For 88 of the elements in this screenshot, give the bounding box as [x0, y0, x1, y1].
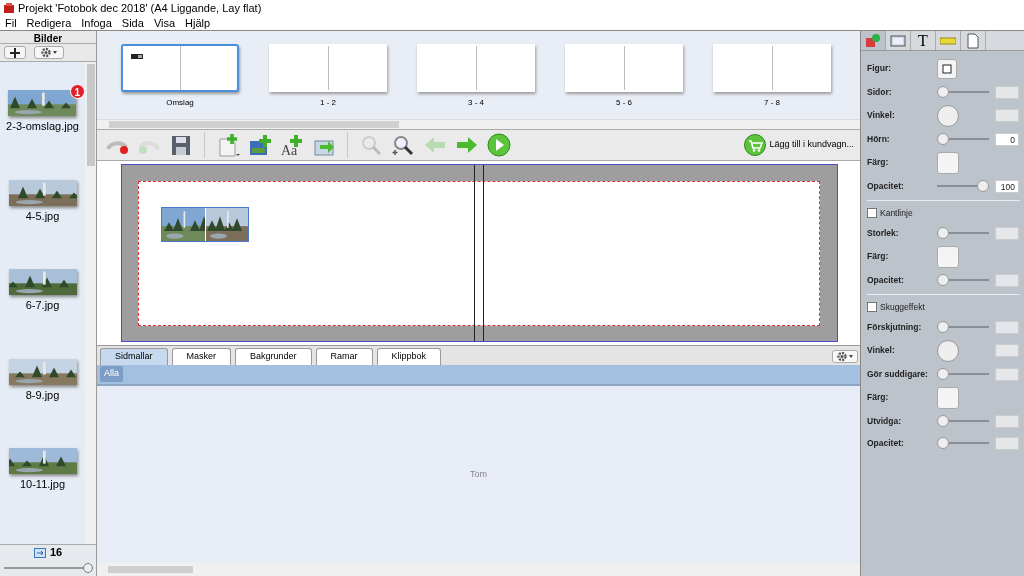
value-field[interactable] — [995, 85, 1019, 99]
checkbox-label: Kantlinje — [880, 206, 913, 220]
image-count: 16 — [49, 545, 63, 561]
checkbox-label: Skuggeffekt — [880, 300, 925, 314]
add-button[interactable] — [4, 46, 26, 59]
value-field[interactable] — [995, 320, 1019, 334]
tab[interactable]: Ramar — [315, 348, 373, 365]
field-label: Färg: — [867, 391, 890, 404]
field-label: Gör suddigare: — [867, 367, 929, 381]
field-label: Opacitet: — [867, 179, 905, 193]
empty-message: Tom — [470, 467, 487, 481]
value-field[interactable] — [995, 344, 1019, 357]
thumbnail-label[interactable]: 6-7.jpg — [25, 297, 60, 314]
thumbnail-label[interactable]: 4-5.jpg — [25, 207, 60, 224]
tab[interactable]: Masker — [171, 348, 232, 365]
checkbox[interactable] — [867, 208, 877, 218]
tab[interactable]: Bakgrunder — [235, 348, 312, 365]
settings-button[interactable] — [34, 46, 64, 59]
gear-icon — [836, 350, 854, 362]
field-label: Vinkel: — [867, 109, 896, 122]
field-label: Opacitet: — [867, 273, 905, 287]
scrollbar[interactable] — [85, 62, 96, 544]
field-label: Hörn: — [867, 132, 891, 146]
plus-icon — [10, 47, 20, 58]
value-field[interactable] — [995, 414, 1019, 428]
menu-item[interactable]: Redigera — [26, 14, 72, 32]
tab[interactable]: T — [911, 31, 936, 50]
menu-item[interactable]: Fil — [5, 14, 17, 32]
menu-item[interactable]: Infoga — [81, 14, 112, 32]
window-title: Projekt 'Fotobok dec 2018' (A4 Liggande, Lay flat) — [18, 0, 262, 16]
panel-title: Bilder — [0, 31, 96, 44]
save-icon[interactable] — [169, 133, 193, 157]
spread-label: 7 - 8 — [764, 97, 780, 109]
field-label: Sidor: — [867, 85, 893, 99]
add-to-cart-button[interactable]: Lägg till i kundvagn... — [744, 134, 854, 156]
shapes-icon — [865, 32, 881, 49]
field-label: Figur: — [867, 62, 893, 75]
angle-dial[interactable] — [937, 339, 959, 362]
play-icon[interactable] — [487, 133, 511, 157]
spread-label: 5 - 6 — [616, 97, 632, 109]
page-icon — [965, 32, 981, 49]
thumbnail-label[interactable]: 8-9.jpg — [25, 386, 60, 403]
field-label: Vinkel: — [867, 344, 896, 357]
tab[interactable] — [861, 31, 886, 50]
value-field[interactable] — [995, 226, 1019, 240]
color-swatch[interactable] — [937, 151, 959, 174]
field-label: Opacitet: — [867, 436, 905, 450]
page-spread[interactable] — [121, 44, 239, 92]
shape-button[interactable] — [937, 58, 957, 79]
thumbnail-label[interactable]: 10-11.jpg — [19, 476, 66, 493]
page-spread-canvas[interactable] — [121, 164, 838, 342]
new-page-icon[interactable] — [216, 133, 240, 157]
value-field[interactable]: 0 — [995, 132, 1019, 146]
menu-item[interactable]: Hjälp — [185, 14, 211, 32]
value-field[interactable] — [995, 109, 1019, 122]
gear-icon — [40, 47, 58, 58]
spread-label: Omslag — [166, 97, 194, 109]
angle-dial[interactable] — [937, 104, 959, 127]
tab[interactable]: Sidmallar — [100, 348, 168, 365]
field-label: Färg: — [867, 156, 890, 169]
spread-label: 1 - 2 — [320, 97, 336, 109]
thumbnail-label[interactable]: 2-3-omslag.jpg — [6, 118, 79, 135]
value-field[interactable] — [995, 367, 1019, 381]
field-label: Utvidga: — [867, 414, 902, 428]
menu-item[interactable]: Visa — [153, 14, 176, 32]
settings-button[interactable] — [832, 349, 858, 363]
zoom-in-icon[interactable] — [391, 133, 415, 157]
checkbox[interactable] — [867, 302, 877, 312]
scrollbar[interactable] — [97, 119, 860, 129]
thumbnail-mark-icon — [131, 54, 143, 59]
image-count-icon — [33, 547, 46, 558]
color-swatch[interactable] — [937, 245, 959, 268]
cart-icon — [744, 134, 767, 156]
color-swatch[interactable] — [937, 386, 959, 409]
spread-label: 3 - 4 — [468, 97, 484, 109]
square-icon — [942, 63, 952, 74]
field-label: Förskjutning: — [867, 320, 923, 334]
value-field[interactable] — [995, 436, 1019, 450]
add-image-icon[interactable] — [248, 133, 272, 157]
text-tool-icon: T — [918, 32, 928, 49]
menu-item[interactable]: Sida — [121, 14, 144, 32]
app-logo-icon — [3, 2, 15, 14]
value-field[interactable] — [995, 273, 1019, 287]
value-field[interactable]: 100 — [995, 179, 1019, 193]
field-label: Färg: — [867, 250, 890, 263]
scrollbar[interactable] — [97, 563, 860, 576]
tab[interactable]: Klippbok — [376, 348, 442, 365]
field-label: Storlek: — [867, 226, 900, 240]
